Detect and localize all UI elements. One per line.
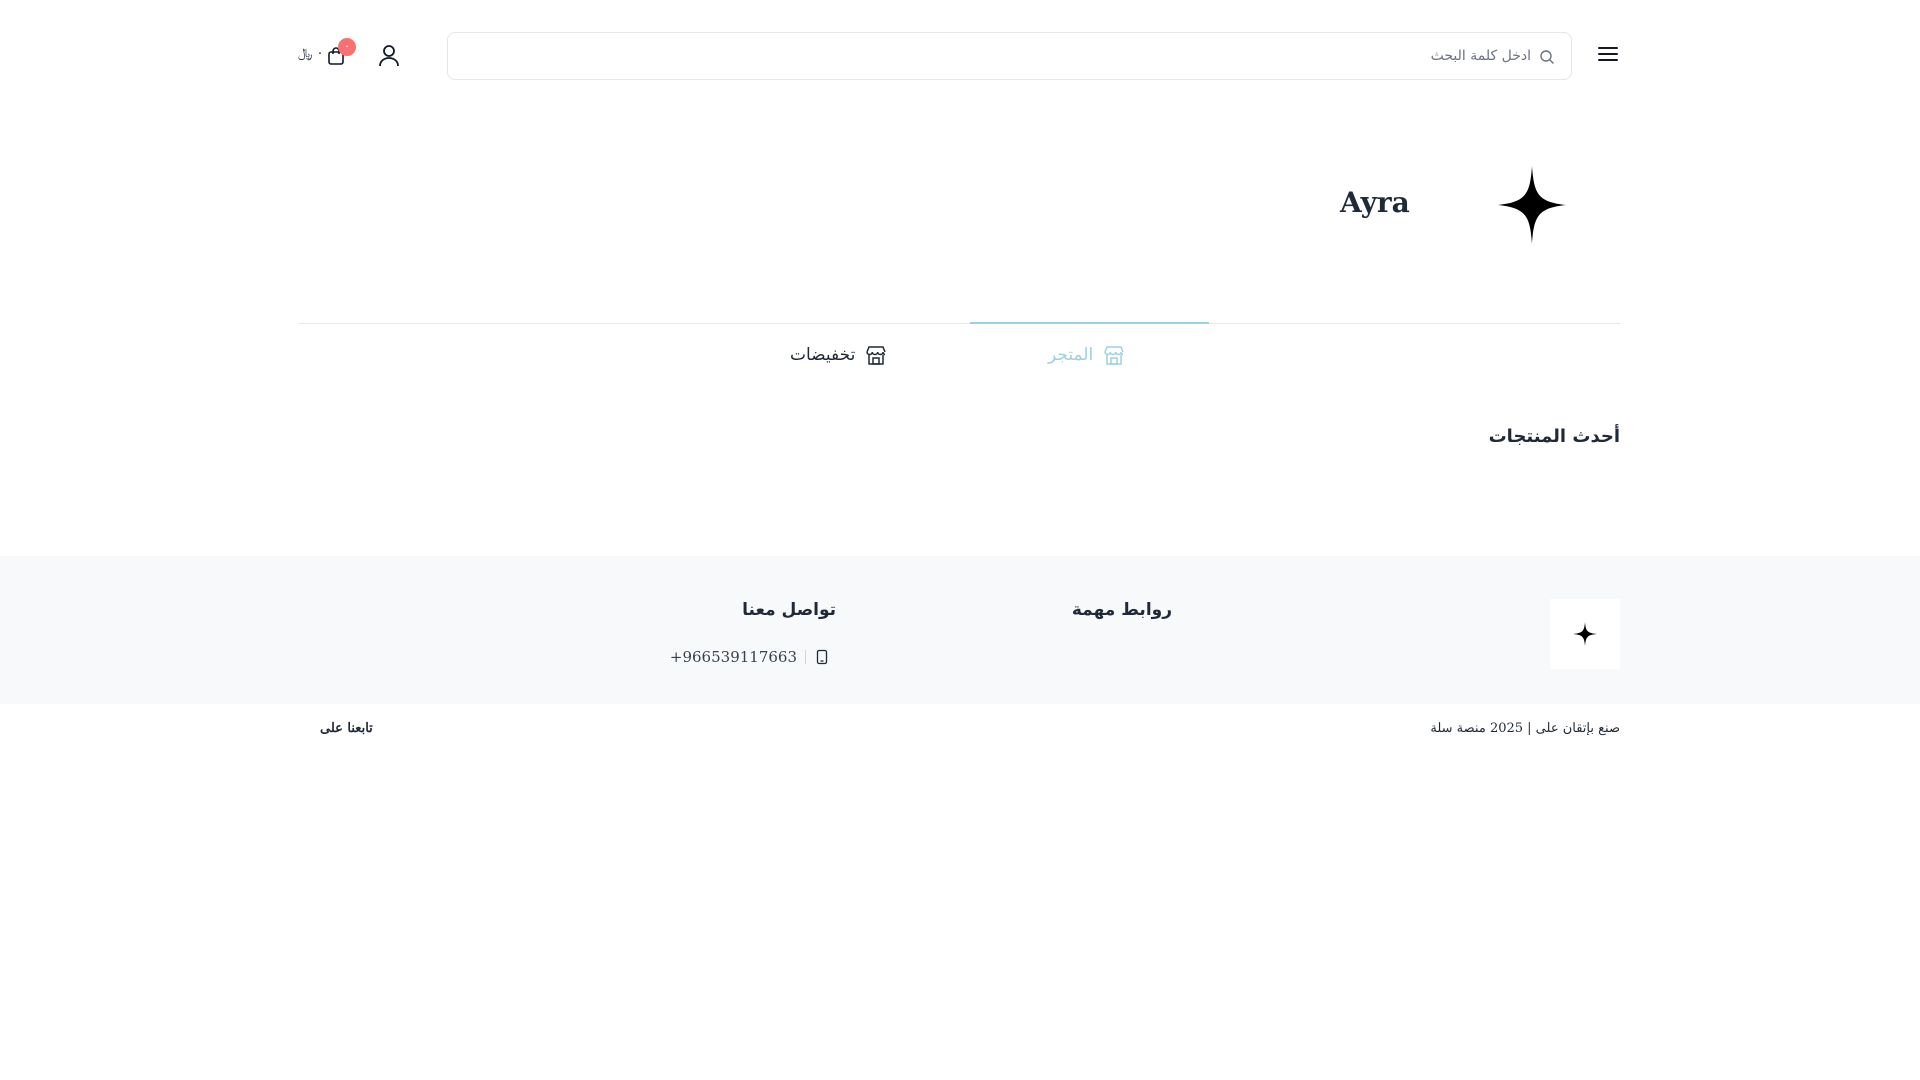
site-header: ٠ ﷼ ٠: [0, 0, 1920, 112]
search-icon: [1540, 50, 1554, 64]
search-input[interactable]: [471, 33, 1531, 79]
mobile-phone-icon: [816, 649, 828, 665]
tab-discounts[interactable]: تخفيضات: [790, 340, 887, 370]
four-point-star-icon: [1498, 166, 1566, 244]
cart-total: ٠ ﷼: [298, 46, 324, 61]
cart-count-badge: ٠: [338, 38, 356, 56]
store-icon: [866, 346, 887, 365]
phone-number: +966539117663: [669, 648, 797, 666]
tab-store[interactable]: المتجر: [1048, 340, 1125, 370]
contact-us-heading: تواصل معنا: [742, 600, 836, 620]
search-box[interactable]: [447, 32, 1572, 80]
follow-us-label: تابعنا على: [320, 721, 373, 736]
tabs-divider: [298, 323, 1620, 324]
tab-store-label: المتجر: [1048, 345, 1094, 365]
active-tab-indicator: [970, 322, 1209, 324]
four-point-star-icon: [1573, 622, 1597, 646]
cart-button[interactable]: ٠ ﷼ ٠: [298, 38, 360, 74]
phone-link[interactable]: +966539117663: [670, 648, 830, 666]
hamburger-menu-icon[interactable]: [1596, 42, 1620, 66]
footer-logo[interactable]: [1550, 599, 1620, 669]
latest-products-heading: أحدث المنتجات: [1488, 426, 1620, 447]
important-links-heading: روابط مهمة: [1071, 600, 1172, 620]
copyright-text: صنع بإتقان على | 2025 منصة سلة: [1430, 721, 1620, 736]
site-footer: روابط مهمة تواصل معنا +966539117663: [0, 556, 1920, 704]
store-icon: [1104, 346, 1124, 365]
user-icon[interactable]: [378, 44, 400, 68]
tab-discounts-label: تخفيضات: [790, 345, 856, 365]
store-name: Ayra: [1340, 186, 1410, 219]
phone-separator: [805, 650, 806, 664]
